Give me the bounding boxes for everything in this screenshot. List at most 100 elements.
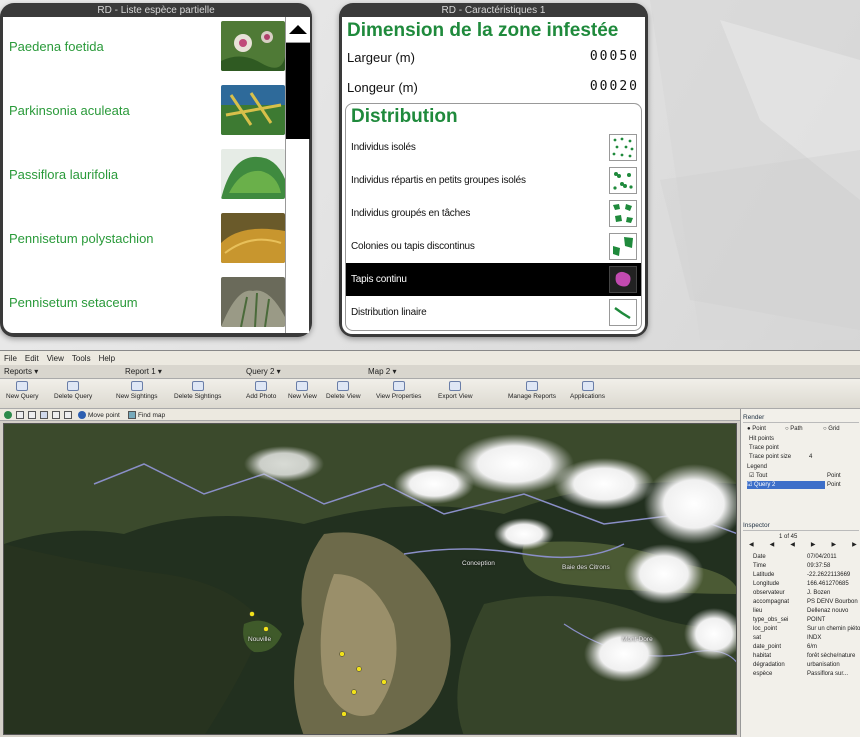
inspector-nav-buttons[interactable]: ◀◀◀▶▶▶ — [749, 541, 857, 549]
map-place-label: Mont-Dore — [622, 636, 653, 643]
new-sightings-button[interactable]: New Sightings — [116, 381, 158, 407]
scattered-dots-icon — [609, 134, 637, 161]
species-list-window: RD - Liste espèce partielle Paedena foet… — [0, 3, 312, 337]
properties-icon — [392, 381, 405, 391]
move-point-button[interactable]: Move point — [78, 410, 120, 420]
distribution-option[interactable]: Distribution linaire — [346, 296, 641, 329]
species-name: Passiflora laurifolia — [9, 167, 119, 182]
scroll-up-button[interactable] — [286, 17, 310, 43]
species-item-pennisetum-polystachion[interactable]: Pennisetum polystachion — [3, 209, 285, 271]
characteristics-window: RD - Caractéristiques 1 Dimension de la … — [339, 3, 648, 337]
scroll-thumb[interactable] — [286, 43, 310, 139]
inspector-row: type_obs_sei POINT — [753, 617, 826, 623]
photo-icon — [255, 381, 268, 391]
species-item-passiflora[interactable]: Passiflora laurifolia — [3, 145, 285, 207]
tab-map-2[interactable]: Map 2 ▾ — [368, 367, 396, 376]
inspector-heading: Inspector — [743, 521, 859, 531]
map-toolbar: Move point Find map — [0, 409, 740, 421]
length-label: Longeur (m) — [347, 80, 418, 95]
render-path-radio[interactable]: ○ Path — [785, 425, 803, 433]
distribution-label: Distribution linaire — [351, 307, 427, 318]
satellite-map[interactable]: Nouville Conception Mont-Dore Baie des C… — [3, 423, 737, 735]
length-value[interactable]: 00020 — [590, 79, 639, 94]
hit-points-option[interactable]: Hit points — [749, 435, 774, 443]
species-item-pennisetum-setaceum[interactable]: Pennisetum setaceum — [3, 273, 285, 333]
distribution-label: Individus isolés — [351, 142, 416, 153]
window-title: RD - Liste espèce partielle — [97, 5, 215, 16]
menu-view[interactable]: View — [47, 354, 64, 363]
map-place-label: Nouville — [248, 636, 272, 643]
pan-icon[interactable] — [52, 410, 60, 420]
small-groups-icon — [609, 167, 637, 194]
find-map-button[interactable]: Find map — [128, 410, 165, 420]
globe-icon[interactable] — [4, 410, 12, 420]
new-query-button[interactable]: New Query — [6, 381, 39, 407]
menu-help[interactable]: Help — [99, 354, 115, 363]
window-title: RD - Caractéristiques 1 — [441, 5, 546, 16]
trace-point-option[interactable]: Trace point — [749, 444, 779, 452]
tab-bar: Reports ▾ Report 1 ▾ Query 2 ▾ Map 2 ▾ — [0, 365, 860, 379]
applications-button[interactable]: Applications — [570, 381, 605, 407]
menu-file[interactable]: File — [4, 354, 17, 363]
species-item-parkinsonia[interactable]: Parkinsonia aculeata — [3, 81, 285, 143]
characteristics-form: Dimension de la zone infestée Largeur (m… — [342, 17, 645, 334]
distribution-option[interactable]: Individus groupés en tâches — [346, 197, 641, 230]
tab-query-2[interactable]: Query 2 ▾ — [246, 367, 281, 376]
render-grid-radio[interactable]: ○ Grid — [823, 425, 840, 433]
inspector-row: Longitude 166.461270685 — [753, 581, 849, 587]
menu-edit[interactable]: Edit — [25, 354, 39, 363]
side-panel: Render ● Point ○ Path ○ Grid Hit points … — [740, 409, 860, 737]
view-icon — [296, 381, 309, 391]
zoom-out-icon[interactable] — [28, 410, 36, 420]
width-value[interactable]: 00050 — [590, 49, 639, 64]
distribution-option[interactable]: Individus répartis en petits groupes iso… — [346, 164, 641, 197]
delete-icon — [337, 381, 350, 391]
tab-report-1[interactable]: Report 1 ▾ — [125, 367, 162, 376]
render-panel: Render ● Point ○ Path ○ Grid Hit points … — [743, 413, 859, 513]
manage-reports-button[interactable]: Manage Reports — [508, 381, 556, 407]
tab-reports[interactable]: Reports ▾ — [4, 367, 38, 376]
menu-tools[interactable]: Tools — [72, 354, 91, 363]
inspector-row: espèce Passiflora sur... — [753, 671, 849, 677]
map-place-label: Conception — [462, 560, 495, 567]
width-field[interactable]: Largeur (m) 00050 — [347, 47, 639, 69]
width-label: Largeur (m) — [347, 50, 415, 65]
linear-distribution-icon — [609, 299, 637, 326]
species-name: Paedena foetida — [9, 39, 104, 54]
species-list: Paedena foetida Parkinsonia aculeata Pas… — [3, 17, 285, 333]
delete-query-button[interactable]: Delete Query — [54, 381, 92, 407]
measure-icon[interactable] — [64, 410, 72, 420]
query-icon — [16, 381, 29, 391]
export-icon — [449, 381, 462, 391]
new-view-button[interactable]: New View — [288, 381, 317, 407]
inspector-row: observateur J. Bozen — [753, 590, 831, 596]
distribution-label: Colonies ou tapis discontinus — [351, 241, 475, 252]
species-photo — [221, 277, 285, 327]
distribution-option-selected[interactable]: Tapis continu — [346, 263, 641, 296]
legend-row-query-2[interactable]: ☑ Query 2 — [747, 481, 825, 489]
export-view-button[interactable]: Export View — [438, 381, 473, 407]
legend-row-tout[interactable]: ☑ Tout — [749, 472, 819, 480]
legend-heading: Legend — [747, 464, 768, 470]
inspector-row: lieu Dellenaz nouvo — [753, 608, 849, 614]
inspector-row: dégradation urbanisation — [753, 662, 840, 668]
delete-icon — [67, 381, 80, 391]
add-photo-button[interactable]: Add Photo — [246, 381, 276, 407]
select-icon[interactable] — [40, 410, 48, 420]
species-item-paedena[interactable]: Paedena foetida — [3, 17, 285, 79]
discontinuous-colonies-icon — [609, 233, 637, 260]
inspector-row: accompagnat PS DENV Bourbon — [753, 599, 858, 605]
delete-view-button[interactable]: Delete View — [326, 381, 361, 407]
scrollbar[interactable] — [285, 17, 310, 333]
distribution-option[interactable]: Colonies ou tapis discontinus — [346, 230, 641, 263]
length-field[interactable]: Longeur (m) 00020 — [347, 77, 639, 99]
zoom-in-icon[interactable] — [16, 410, 24, 420]
legend-type-1: Point — [827, 473, 841, 479]
distribution-option[interactable]: Individus isolés — [346, 131, 641, 164]
render-point-radio[interactable]: ● Point — [747, 425, 766, 433]
legend-type-2: Point — [827, 482, 841, 488]
trace-point-size-value[interactable]: 4 — [809, 453, 812, 461]
delete-icon — [191, 381, 204, 391]
delete-sightings-button[interactable]: Delete Sightings — [174, 381, 221, 407]
view-properties-button[interactable]: View Properties — [376, 381, 421, 407]
